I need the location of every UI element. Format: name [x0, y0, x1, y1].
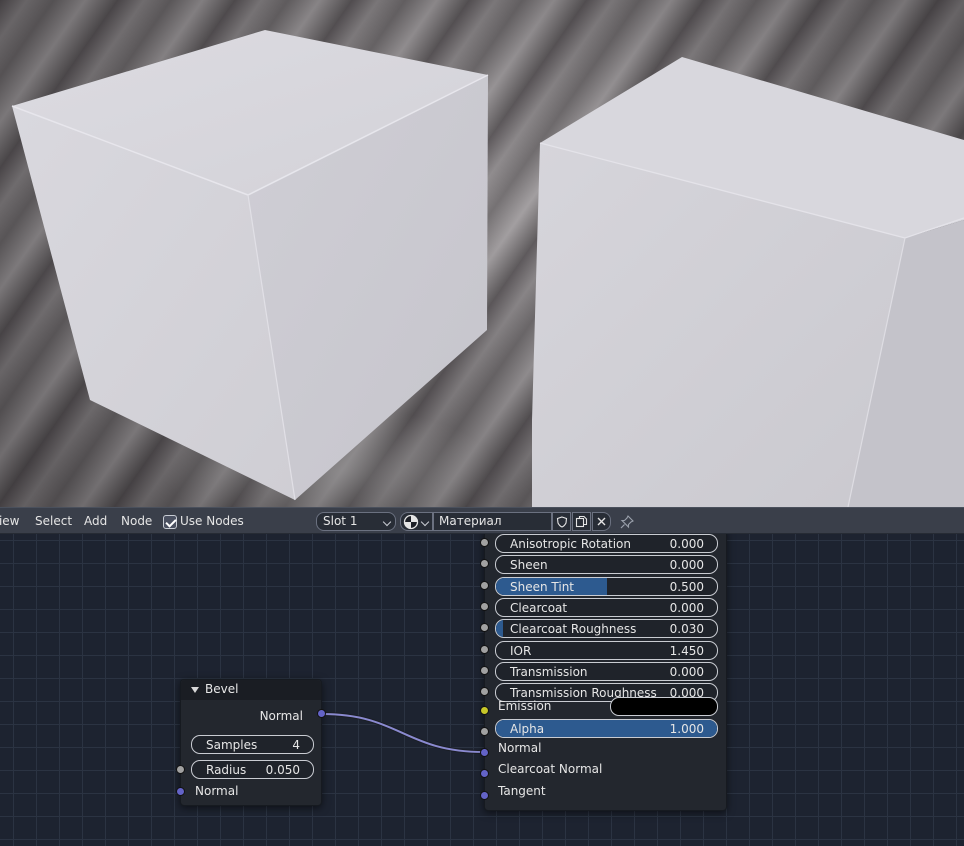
unlink-material-button[interactable]: [592, 512, 611, 531]
clearcoat-roughness-value: 0.030: [669, 622, 704, 636]
ior-label: IOR: [510, 644, 532, 658]
clearcoat-roughness-fill: [496, 620, 503, 637]
alpha-value: 1.000: [669, 722, 704, 736]
viewport-scene: [11, 30, 964, 507]
principled-bsdf-node[interactable]: Anisotropic Rotation 0.000 Sheen 0.000 Sheen…: [484, 534, 727, 811]
menu-node[interactable]: Node: [121, 514, 152, 528]
transmission-input-socket[interactable]: [480, 666, 489, 675]
node-editor-canvas[interactable]: Bevel Normal Samples 4 Radius 0.050 Norm…: [0, 534, 964, 846]
bsdf-normal-label: Normal: [498, 741, 542, 755]
material-sphere-icon: [403, 514, 419, 530]
material-browse-button[interactable]: [400, 512, 433, 531]
pin-button[interactable]: [619, 514, 637, 530]
sheen-tint-input-socket[interactable]: [480, 581, 489, 590]
ior-value: 1.450: [669, 644, 704, 658]
bevel-normal-input-socket[interactable]: [176, 787, 185, 796]
transmission-value: 0.000: [669, 665, 704, 679]
use-nodes-checkbox[interactable]: [163, 515, 177, 529]
emission-input-socket[interactable]: [480, 706, 489, 715]
right-cube[interactable]: [532, 57, 964, 507]
transmission-label: Transmission: [510, 665, 588, 679]
clearcoat-roughness-label: Clearcoat Roughness: [510, 622, 637, 636]
bevel-node-header[interactable]: Bevel: [181, 680, 321, 700]
node-editor-header: View Select Add Node Use Nodes Slot 1 Ма…: [0, 507, 964, 534]
slot-value: Slot 1: [323, 514, 358, 528]
sheen-tint-label: Sheen Tint: [510, 580, 575, 594]
alpha-input-socket[interactable]: [480, 727, 489, 736]
sheen-tint-field[interactable]: Sheen Tint 0.500: [495, 577, 718, 596]
samples-label: Samples: [206, 738, 258, 752]
slot-dropdown[interactable]: Slot 1: [316, 512, 396, 531]
material-name: Материал: [439, 514, 502, 528]
bevel-output-normal-label: Normal: [259, 709, 303, 723]
duplicate-material-button[interactable]: [572, 512, 591, 531]
clearcoat-normal-label: Clearcoat Normal: [498, 762, 603, 776]
clearcoat-field[interactable]: Clearcoat 0.000: [495, 598, 718, 617]
anisotropic-rotation-value: 0.000: [669, 537, 704, 551]
anisotropic-rotation-label: Anisotropic Rotation: [510, 537, 632, 551]
sheen-label: Sheen: [510, 558, 548, 572]
bevel-normal-output-socket[interactable]: [317, 709, 326, 718]
sheen-value: 0.000: [669, 558, 704, 572]
anisotropic-rotation-input-socket[interactable]: [480, 538, 489, 547]
clearcoat-roughness-input-socket[interactable]: [480, 623, 489, 632]
clearcoat-label: Clearcoat: [510, 601, 568, 615]
samples-field[interactable]: Samples 4: [191, 735, 314, 754]
alpha-label: Alpha: [510, 722, 545, 736]
menu-view[interactable]: View: [0, 514, 19, 528]
shield-icon: [556, 515, 567, 528]
chevron-down-icon: [420, 517, 430, 527]
tangent-input-socket[interactable]: [480, 791, 489, 800]
clearcoat-normal-input-socket[interactable]: [480, 769, 489, 778]
clearcoat-value: 0.000: [669, 601, 704, 615]
emission-color-field[interactable]: [610, 697, 718, 716]
samples-value: 4: [292, 738, 300, 752]
normal-input-socket[interactable]: [480, 748, 489, 757]
transmission-roughness-input-socket[interactable]: [480, 687, 489, 696]
material-name-field[interactable]: Материал: [433, 512, 552, 531]
clearcoat-input-socket[interactable]: [480, 602, 489, 611]
chevron-down-icon: [382, 517, 392, 527]
bevel-node-title: Bevel: [205, 682, 239, 696]
radius-value: 0.050: [265, 763, 300, 777]
radius-field[interactable]: Radius 0.050: [191, 760, 314, 779]
menu-select[interactable]: Select: [35, 514, 72, 528]
transmission-field[interactable]: Transmission 0.000: [495, 662, 718, 681]
sheen-tint-value: 0.500: [669, 580, 704, 594]
clearcoat-roughness-field[interactable]: Clearcoat Roughness 0.030: [495, 619, 718, 638]
radius-label: Radius: [206, 763, 247, 777]
sheen-input-socket[interactable]: [480, 559, 489, 568]
bevel-node[interactable]: Bevel Normal Samples 4 Radius 0.050 Norm…: [180, 679, 322, 806]
close-icon: [597, 517, 606, 526]
duplicate-icon: [575, 515, 588, 528]
alpha-field[interactable]: Alpha 1.000: [495, 719, 718, 738]
anisotropic-rotation-field[interactable]: Anisotropic Rotation 0.000: [495, 534, 718, 553]
collapse-triangle-icon[interactable]: [191, 687, 199, 693]
3d-viewport[interactable]: [0, 0, 964, 507]
use-nodes-label[interactable]: Use Nodes: [180, 514, 244, 528]
ior-field[interactable]: IOR 1.450: [495, 641, 718, 660]
sheen-field[interactable]: Sheen 0.000: [495, 555, 718, 574]
fake-user-button[interactable]: [552, 512, 571, 531]
menu-add[interactable]: Add: [84, 514, 107, 528]
emission-label: Emission: [498, 699, 552, 713]
pin-icon: [620, 515, 634, 529]
bevel-input-normal-label: Normal: [195, 784, 239, 798]
left-cube[interactable]: [11, 30, 489, 501]
bevel-radius-input-socket[interactable]: [176, 765, 185, 774]
ior-input-socket[interactable]: [480, 645, 489, 654]
tangent-label: Tangent: [498, 784, 546, 798]
